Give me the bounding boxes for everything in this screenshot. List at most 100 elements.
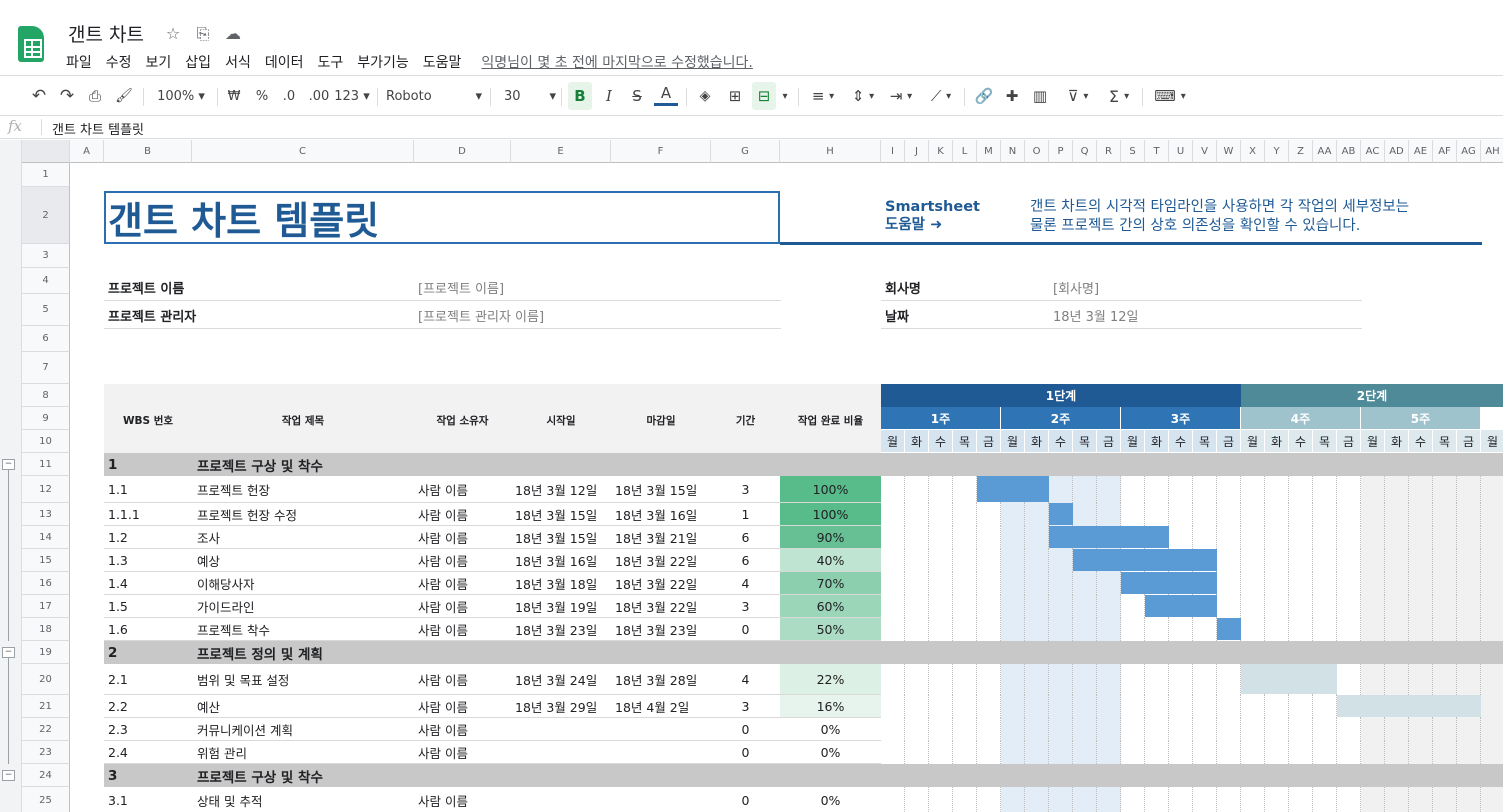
gantt-cell[interactable] [1049,787,1073,812]
row-header-24[interactable]: 24 [22,764,70,787]
filter-icon[interactable]: ⊽ ▾ [1058,82,1098,110]
gantt-cell[interactable] [1025,526,1049,549]
gantt-cell[interactable] [929,549,953,572]
row-header-2[interactable]: 2 [22,187,70,244]
gantt-cell[interactable] [1121,695,1145,718]
gantt-cell[interactable] [1025,664,1049,695]
gantt-cell[interactable] [1001,503,1025,526]
task-wbs[interactable]: 1.2 [108,526,192,549]
gantt-cell[interactable] [1121,618,1145,641]
collapse-group-1-button[interactable]: − [2,459,15,470]
gantt-cell[interactable] [1193,476,1217,503]
gantt-cell[interactable] [1481,526,1503,549]
gantt-cell[interactable] [1361,741,1385,764]
gantt-cell[interactable] [1409,741,1433,764]
gantt-cell[interactable] [1457,718,1481,741]
gantt-cell[interactable] [1241,618,1265,641]
gantt-cell[interactable] [1289,741,1313,764]
gantt-cell[interactable] [1409,718,1433,741]
column-header-ac[interactable]: AC [1361,140,1385,163]
gantt-cell[interactable] [905,618,929,641]
gantt-cell[interactable] [1217,787,1241,812]
increase-decimal-button[interactable]: .00 [306,82,332,110]
gantt-cell[interactable] [977,741,1001,764]
gantt-cell[interactable] [953,595,977,618]
gantt-cell[interactable] [1313,595,1337,618]
task-complete-percent[interactable]: 100% [780,476,881,502]
gantt-cell[interactable] [1289,503,1313,526]
task-duration[interactable]: 3 [711,695,780,718]
gantt-bar[interactable] [977,476,1049,502]
task-title[interactable]: 이해당사자 [197,572,414,595]
gantt-cell[interactable] [977,718,1001,741]
gantt-cell[interactable] [1433,572,1457,595]
gantt-cell[interactable] [1433,595,1457,618]
row-header-4[interactable]: 4 [22,268,70,294]
project-manager-value[interactable]: [프로젝트 관리자 이름] [418,306,544,325]
gantt-cell[interactable] [1145,664,1169,695]
document-title[interactable]: 갠트 차트 [68,20,144,47]
gantt-cell[interactable] [1097,572,1121,595]
row-header-21[interactable]: 21 [22,695,70,718]
gantt-cell[interactable] [1457,664,1481,695]
task-due-date[interactable]: 18년 3월 21일 [615,526,711,549]
functions-icon[interactable]: Σ ▾ [1102,82,1136,110]
gantt-cell[interactable] [1169,526,1193,549]
gantt-cell[interactable] [1097,787,1121,812]
task-due-date[interactable] [615,787,711,812]
gantt-cell[interactable] [1481,787,1503,812]
gantt-cell[interactable] [881,741,905,764]
task-complete-percent[interactable]: 70% [780,572,881,594]
column-header-aa[interactable]: AA [1313,140,1337,163]
gantt-cell[interactable] [1313,503,1337,526]
column-header-k[interactable]: K [929,140,953,163]
gantt-cell[interactable] [1073,476,1097,503]
task-start-date[interactable]: 18년 3월 12일 [515,476,611,503]
section-title[interactable]: 프로젝트 구상 및 착수 [197,453,597,476]
gantt-cell[interactable] [1145,718,1169,741]
task-owner[interactable]: 사람 이름 [418,526,511,549]
task-duration[interactable]: 4 [711,664,780,695]
gantt-cell[interactable] [1409,526,1433,549]
star-icon[interactable]: ☆ [163,24,183,44]
gantt-cell[interactable] [1457,618,1481,641]
gantt-cell[interactable] [1385,741,1409,764]
task-complete-percent[interactable]: 90% [780,526,881,548]
gantt-cell[interactable] [905,526,929,549]
insert-comment-icon[interactable]: ✚ [1000,82,1024,110]
gantt-cell[interactable] [1409,503,1433,526]
gantt-cell[interactable] [1145,695,1169,718]
strikethrough-button[interactable]: S [626,82,648,110]
task-owner[interactable]: 사람 이름 [418,741,511,764]
task-start-date[interactable]: 18년 3월 16일 [515,549,611,572]
gantt-cell[interactable] [1073,718,1097,741]
gantt-cell[interactable] [1361,476,1385,503]
gantt-cell[interactable] [1169,695,1193,718]
gantt-cell[interactable] [977,618,1001,641]
insert-link-icon[interactable]: 🔗 [972,82,996,110]
gantt-cell[interactable] [1169,503,1193,526]
column-header-m[interactable]: M [977,140,1001,163]
section-number[interactable]: 2 [108,641,188,664]
gantt-cell[interactable] [1337,572,1361,595]
menu-view[interactable]: 보기 [146,52,172,72]
task-start-date[interactable] [515,718,611,741]
task-owner[interactable]: 사람 이름 [418,549,511,572]
task-complete-percent[interactable]: 22% [780,664,881,694]
borders-icon[interactable]: ⊞ [724,82,746,110]
task-start-date[interactable]: 18년 3월 24일 [515,664,611,695]
move-folder-icon[interactable]: ⎘ [193,24,213,44]
gantt-cell[interactable] [881,664,905,695]
gantt-cell[interactable] [1457,787,1481,812]
gantt-cell[interactable] [881,695,905,718]
gantt-cell[interactable] [1073,787,1097,812]
column-header-r[interactable]: R [1097,140,1121,163]
gantt-cell[interactable] [1025,718,1049,741]
gantt-cell[interactable] [929,787,953,812]
column-header-n[interactable]: N [1001,140,1025,163]
menu-tools[interactable]: 도구 [317,52,343,72]
gantt-cell[interactable] [1313,549,1337,572]
gantt-cell[interactable] [905,664,929,695]
row-header-3[interactable]: 3 [22,244,70,268]
gantt-cell[interactable] [1073,695,1097,718]
